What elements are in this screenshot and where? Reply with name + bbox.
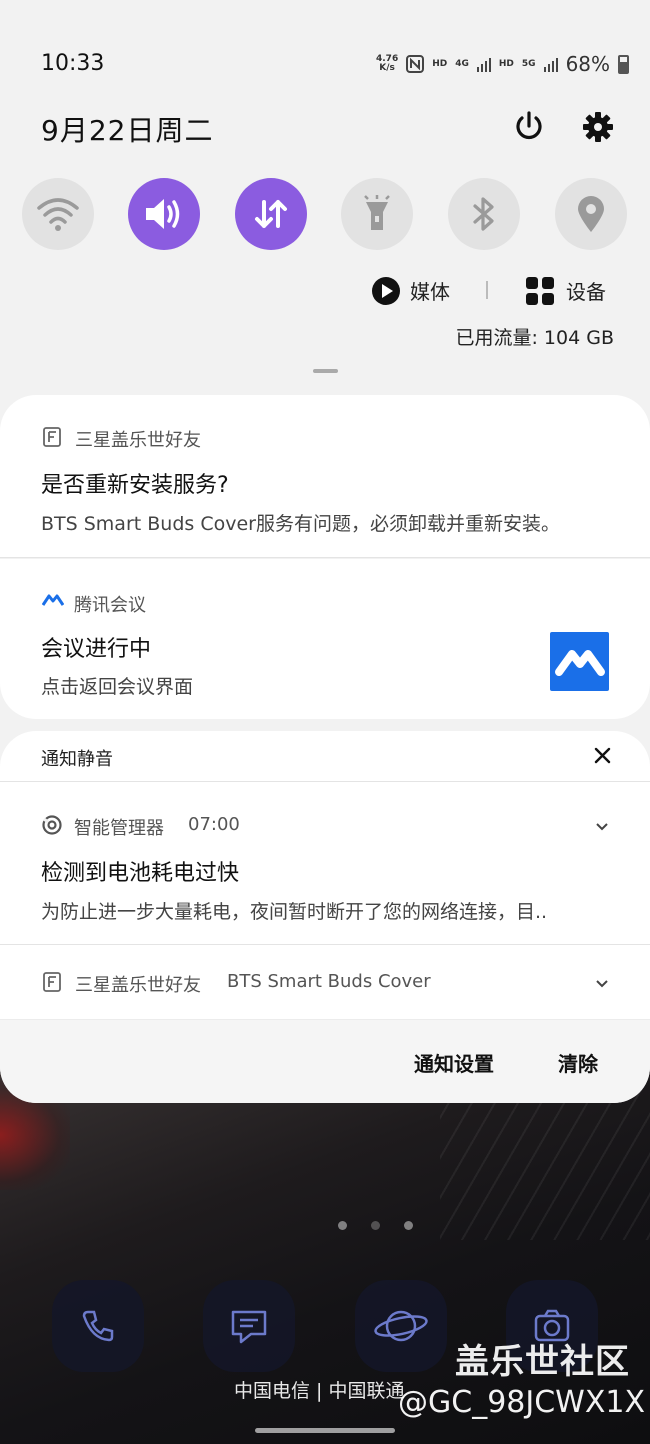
browser-app-icon[interactable] — [355, 1280, 447, 1372]
notification-app-name: 智能管理器 — [74, 818, 164, 839]
page-indicator-dot — [404, 1221, 413, 1230]
hd-label: HD — [432, 59, 448, 69]
media-button[interactable]: 媒体 — [372, 276, 450, 305]
mobile-data-toggle[interactable] — [235, 178, 307, 250]
bluetooth-toggle[interactable] — [448, 178, 520, 250]
notification-body: BTS Smart Buds Cover服务有问题，必须卸载并重新安装。 — [41, 513, 560, 535]
data-usage-text: 已用流量: 104 GB — [455, 327, 614, 349]
status-icons: 4.76 K/s HD 4G HD 5G 68% — [376, 52, 630, 76]
device-care-icon — [42, 815, 62, 835]
wifi-icon — [37, 198, 79, 231]
page-indicator-dot — [338, 1221, 347, 1230]
notification-app-name: 腾讯会议 — [74, 595, 146, 616]
close-icon[interactable] — [594, 747, 611, 764]
tencent-meeting-logo-icon — [555, 650, 605, 676]
notification-title: 是否重新安装服务? — [41, 473, 229, 498]
battery-icon — [618, 54, 630, 74]
battery-percent: 68% — [565, 52, 611, 76]
flashlight-toggle[interactable] — [341, 178, 413, 250]
galaxy-friends-icon — [43, 972, 61, 992]
signal-icon-2 — [543, 56, 558, 72]
tencent-meeting-icon — [42, 594, 64, 606]
notification-app-name: 三星盖乐世好友 — [75, 430, 201, 451]
network-type-label: 4G — [455, 59, 469, 69]
devices-icon — [526, 276, 554, 305]
sound-toggle[interactable] — [128, 178, 200, 250]
page-indicator-dot — [371, 1221, 380, 1230]
net-speed-unit: K/s — [379, 63, 395, 73]
phone-app-icon[interactable] — [52, 1280, 144, 1372]
watermark-title: 盖乐世社区 — [455, 1342, 630, 1382]
play-icon — [372, 276, 400, 305]
notification-body: 为防止进一步大量耗电，夜间暂时断开了您的网络连接，目.. — [41, 901, 548, 923]
card-divider — [0, 557, 650, 558]
location-toggle[interactable] — [555, 178, 627, 250]
signal-icon — [476, 56, 491, 72]
mobile-data-icon — [255, 200, 287, 228]
message-icon — [231, 1310, 267, 1344]
galaxy-friends-icon — [43, 427, 61, 447]
media-label: 媒体 — [410, 280, 450, 304]
bluetooth-icon — [473, 197, 494, 231]
silent-header: 通知静音 — [41, 749, 113, 770]
flashlight-icon — [364, 195, 390, 230]
notification-buds-cover[interactable]: 三星盖乐世好友 BTS Smart Buds Cover — [0, 945, 650, 1019]
notification-time: 07:00 — [188, 814, 240, 835]
phone-icon — [82, 1310, 114, 1342]
wallpaper-pattern — [440, 1080, 650, 1240]
notification-battery[interactable]: 智能管理器 07:00 检测到电池耗电过快 为防止进一步大量耗电，夜间暂时断开了… — [0, 782, 650, 944]
devices-label: 设备 — [566, 280, 606, 304]
net-speed: 4.76 K/s — [376, 55, 398, 73]
date-text: 9月22日周二 — [41, 114, 214, 147]
carrier-text: 中国电信 | 中国联通 — [234, 1380, 405, 1402]
notification-title: 会议进行中 — [41, 637, 152, 662]
notification-reinstall[interactable]: 三星盖乐世好友 是否重新安装服务? BTS Smart Buds Cover服务… — [0, 395, 650, 557]
wifi-toggle[interactable] — [22, 178, 94, 250]
notification-settings-button[interactable]: 通知设置 — [414, 1048, 494, 1077]
notification-body: 点击返回会议界面 — [41, 676, 194, 698]
divider — [486, 281, 488, 299]
gear-icon[interactable] — [580, 109, 616, 145]
home-gesture-bar[interactable] — [255, 1428, 395, 1433]
devices-button[interactable]: 设备 — [526, 276, 606, 305]
sound-icon — [146, 199, 180, 229]
panel-drag-handle[interactable] — [313, 369, 338, 373]
watermark-user: @GC_98JCWX1X — [398, 1385, 646, 1420]
network-type-label-2: 5G — [521, 59, 536, 69]
notification-title: 检测到电池耗电过快 — [41, 861, 240, 886]
status-time: 10:33 — [41, 51, 105, 76]
meeting-thumbnail — [550, 632, 609, 691]
notification-app-name: 三星盖乐世好友 — [75, 975, 201, 996]
notification-subtitle: BTS Smart Buds Cover — [227, 971, 431, 992]
messages-app-icon[interactable] — [203, 1280, 295, 1372]
chevron-down-icon[interactable] — [595, 977, 609, 991]
nfc-icon — [406, 55, 425, 73]
chevron-down-icon[interactable] — [595, 820, 609, 834]
notification-actions-bar — [0, 1020, 650, 1103]
location-icon — [578, 196, 604, 232]
hd-label-2: HD — [498, 59, 514, 69]
clear-button[interactable]: 清除 — [558, 1048, 598, 1077]
power-icon[interactable] — [511, 109, 547, 145]
internet-icon — [374, 1310, 428, 1342]
